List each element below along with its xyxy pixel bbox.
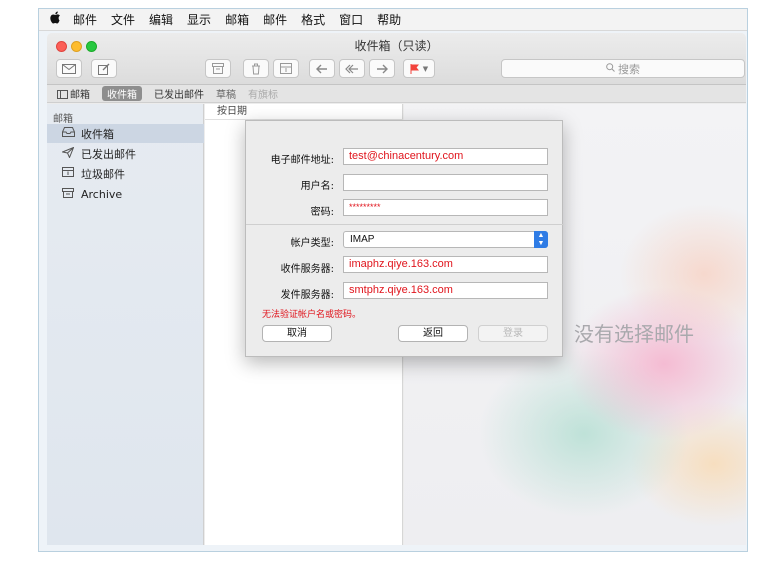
account-setup-dialog: 电子邮件地址: test@chinacentury.com 用户名: 密码: *…: [245, 120, 564, 357]
envelope-icon: [62, 63, 76, 74]
search-field[interactable]: 搜索: [501, 59, 745, 78]
trash-icon: [252, 63, 260, 74]
sidebar-item-label: 收件箱: [81, 127, 114, 141]
favorites-bar: 邮箱 收件箱 已发出邮件 草稿 有旗标: [47, 85, 746, 103]
menu-message[interactable]: 邮件: [263, 11, 287, 28]
reply-arrow-icon: [316, 64, 327, 73]
sidebar-item-label: 已发出邮件: [81, 147, 136, 161]
mail-window: 收件箱（只读） ▼ 搜索 邮箱 收件箱 已发出邮件 草稿 有旗标 邮箱 收件箱 …: [47, 33, 746, 545]
account-type-label: 帐户类型:: [290, 238, 334, 249]
archive-box-icon: [212, 63, 224, 74]
sidebar-item-inbox[interactable]: 收件箱: [47, 124, 204, 143]
sidebar-toggle-icon: [57, 90, 68, 99]
chevron-down-icon: ▼: [422, 64, 429, 73]
menu-mail[interactable]: 邮件: [73, 11, 97, 28]
forward-button[interactable]: [369, 59, 395, 78]
email-label: 电子邮件地址:: [270, 155, 334, 166]
favorites-flagged[interactable]: 有旗标: [248, 86, 278, 101]
username-field[interactable]: [343, 174, 548, 191]
menu-mailbox[interactable]: 邮箱: [225, 11, 249, 28]
flag-button[interactable]: ▼: [403, 59, 435, 78]
dialog-divider: [246, 224, 564, 225]
reply-all-button[interactable]: [339, 59, 365, 78]
sort-by-date-header[interactable]: 按日期: [205, 104, 403, 120]
compose-button[interactable]: [91, 59, 117, 78]
search-icon: [606, 62, 615, 75]
password-label: 密码:: [310, 207, 334, 218]
mailbox-sidebar: 邮箱 收件箱 已发出邮件 垃圾邮件 Archive: [47, 104, 204, 545]
reply-button[interactable]: [309, 59, 335, 78]
get-mail-button[interactable]: [56, 59, 82, 78]
sidebar-item-label: Archive: [81, 188, 123, 201]
compose-icon: [98, 63, 110, 75]
back-button[interactable]: 返回: [398, 325, 468, 342]
menu-bar: 邮件 文件 编辑 显示 邮箱 邮件 格式 窗口 帮助: [39, 9, 747, 31]
flag-icon: [410, 63, 419, 74]
menu-format[interactable]: 格式: [301, 11, 325, 28]
window-title: 收件箱（只读）: [354, 39, 439, 53]
outgoing-server-field[interactable]: smtphz.qiye.163.com: [343, 282, 548, 299]
menu-window[interactable]: 窗口: [339, 11, 363, 28]
sidebar-item-junk[interactable]: 垃圾邮件: [47, 164, 204, 183]
cancel-button[interactable]: 取消: [262, 325, 332, 342]
paper-plane-icon: [60, 146, 75, 161]
account-type-select[interactable]: IMAP ▲ ▼: [343, 231, 548, 248]
sidebar-item-archive[interactable]: Archive: [47, 185, 204, 204]
favorites-inbox[interactable]: 收件箱: [102, 86, 142, 101]
junk-tray-icon: [280, 63, 292, 74]
menu-help[interactable]: 帮助: [377, 11, 401, 28]
forward-arrow-icon: [377, 64, 388, 73]
sidebar-item-label: 垃圾邮件: [81, 167, 125, 181]
favorites-mailbox-label: 邮箱: [70, 90, 90, 101]
menu-edit[interactable]: 编辑: [149, 11, 173, 28]
search-placeholder: 搜索: [618, 62, 640, 76]
username-label: 用户名:: [300, 181, 334, 192]
archive-box-icon: [61, 188, 75, 201]
junk-tray-icon: [61, 167, 75, 180]
junk-button[interactable]: [273, 59, 299, 78]
apple-menu-icon[interactable]: [47, 11, 63, 28]
login-button[interactable]: 登录: [478, 325, 548, 342]
incoming-server-field[interactable]: imaphz.qiye.163.com: [343, 256, 548, 273]
email-field[interactable]: test@chinacentury.com: [343, 148, 548, 165]
incoming-server-label: 收件服务器:: [280, 264, 334, 275]
menu-file[interactable]: 文件: [111, 11, 135, 28]
archive-button[interactable]: [205, 59, 231, 78]
password-field[interactable]: *********: [343, 199, 548, 216]
sidebar-header: 邮箱: [53, 114, 73, 125]
sidebar-item-sent[interactable]: 已发出邮件: [47, 144, 204, 163]
title-bar: 收件箱（只读） ▼ 搜索: [47, 33, 746, 85]
delete-button[interactable]: [243, 59, 269, 78]
screenshot-frame: 邮件 文件 编辑 显示 邮箱 邮件 格式 窗口 帮助 收件箱（只读） ▼ 搜索 …: [38, 8, 748, 552]
favorites-sent[interactable]: 已发出邮件: [154, 86, 204, 101]
select-chevron-icon: ▲ ▼: [534, 231, 548, 248]
error-message: 无法验证帐户名或密码。: [262, 310, 362, 320]
inbox-icon: [61, 127, 75, 140]
favorites-drafts[interactable]: 草稿: [216, 86, 236, 101]
outgoing-server-label: 发件服务器:: [280, 290, 334, 301]
account-type-value: IMAP: [350, 234, 375, 245]
reply-all-arrow-icon: [345, 64, 358, 73]
favorites-mailbox-toggle[interactable]: 邮箱: [57, 86, 90, 101]
menu-view[interactable]: 显示: [187, 11, 211, 28]
